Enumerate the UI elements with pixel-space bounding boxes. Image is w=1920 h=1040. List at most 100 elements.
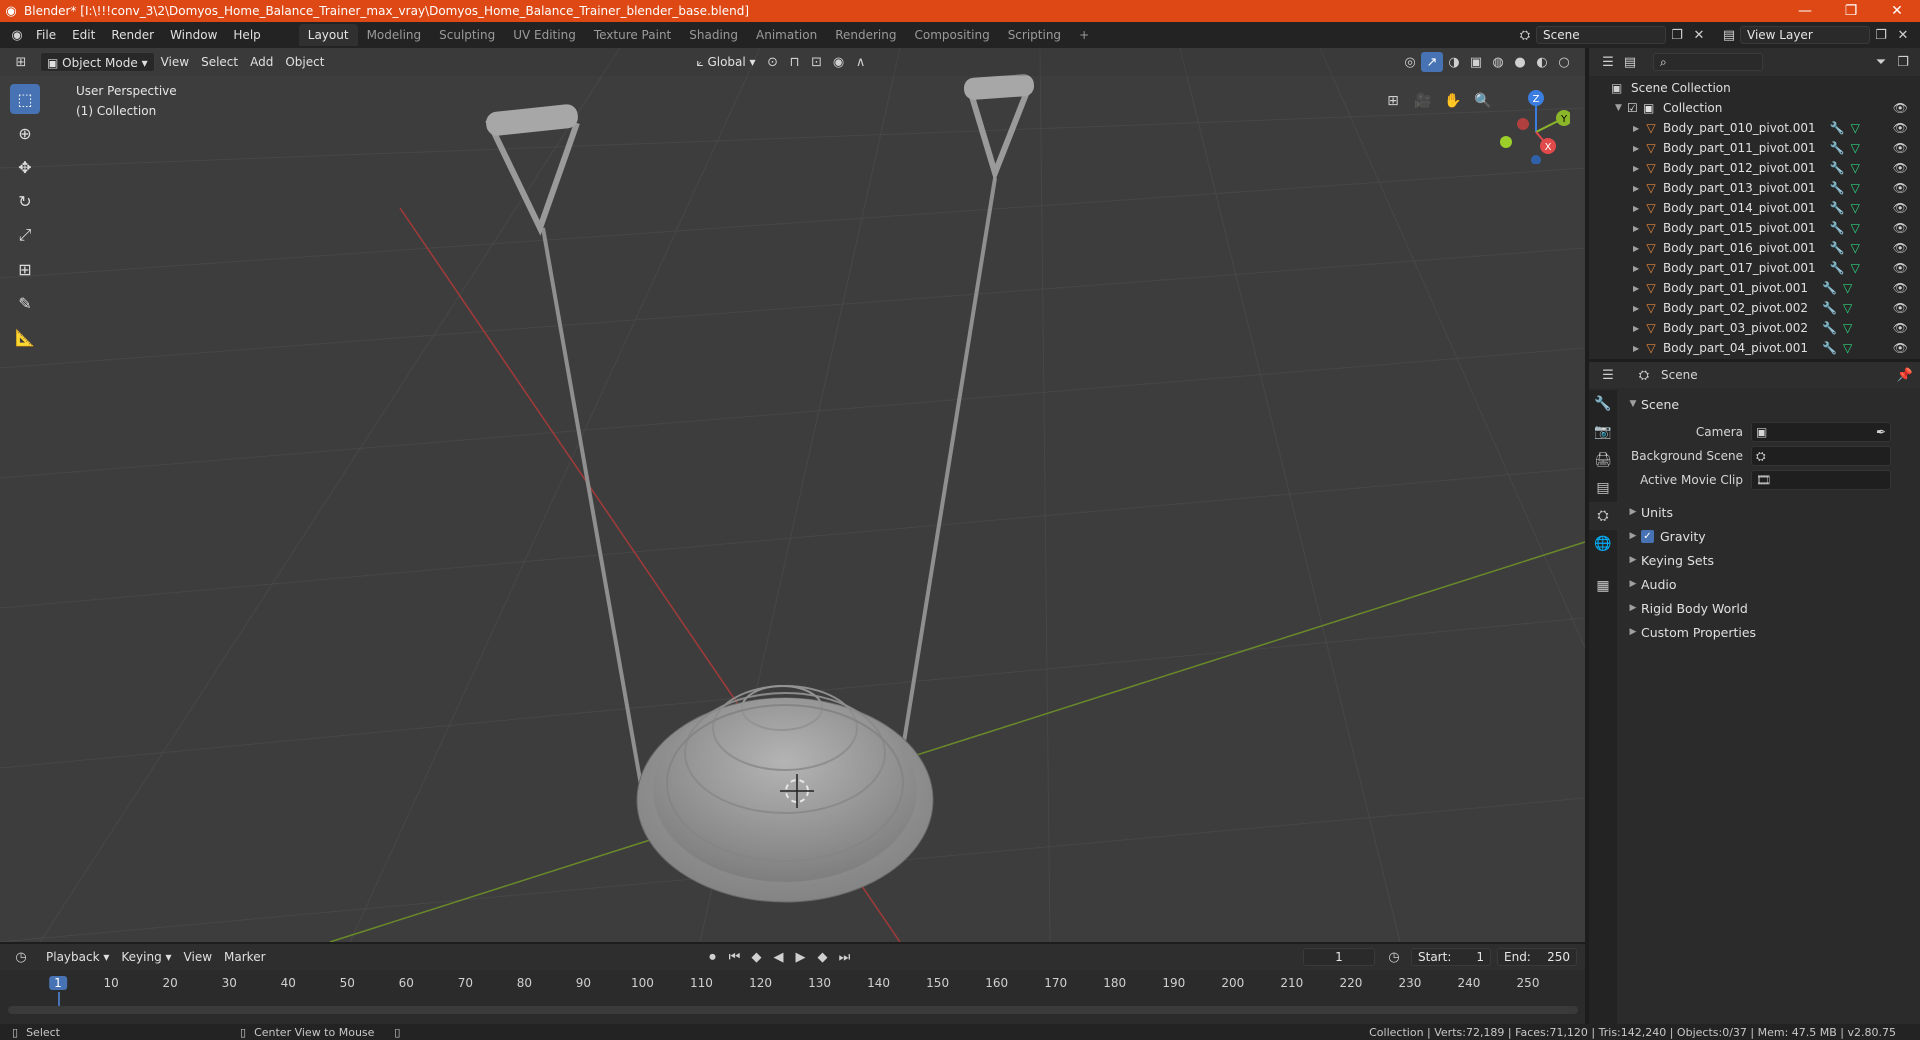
mesh-data-icon[interactable]: ▽ [1851,121,1860,135]
eye-icon[interactable]: 👁 [1893,241,1908,255]
rendered-shading-icon[interactable]: ○ [1553,52,1575,72]
delete-view-layer-icon[interactable]: ✕ [1892,25,1914,45]
new-collection-icon[interactable]: ❐ [1892,52,1914,72]
minimize-button[interactable]: — [1782,0,1828,22]
expand-arrow-icon[interactable]: ▶ [1633,344,1643,353]
modifier-icon[interactable]: 🔧 [1830,221,1845,235]
mesh-data-icon[interactable]: ▽ [1843,281,1852,295]
cursor-tool-icon[interactable]: ⊕ [10,118,40,148]
material-shading-icon[interactable]: ◐ [1531,52,1553,72]
outliner-object-row[interactable]: ▶ ▽ Body_part_013_pivot.001 🔧 ▽ 👁 [1589,178,1920,198]
modifier-icon[interactable]: 🔧 [1822,301,1837,315]
checkbox-icon[interactable]: ☑ [1627,101,1643,115]
timeline-scrollbar[interactable] [8,1006,1578,1014]
transform-tool-icon[interactable]: ⊞ [10,254,40,284]
orientation-selector[interactable]: ⟀ Global ▾ [690,52,761,72]
modifier-icon[interactable]: 🔧 [1830,201,1845,215]
mesh-data-icon[interactable]: ▽ [1851,161,1860,175]
rotate-tool-icon[interactable]: ↻ [10,186,40,216]
tab-compositing[interactable]: Compositing [905,24,998,46]
maximize-button[interactable]: ❐ [1828,0,1874,22]
mesh-data-icon[interactable]: ▽ [1851,261,1860,275]
menu-edit[interactable]: Edit [64,24,103,46]
modifier-icon[interactable]: 🔧 [1830,141,1845,155]
eye-icon[interactable]: 👁 [1893,201,1908,215]
menu-render[interactable]: Render [103,24,162,46]
output-tab-icon[interactable]: 🖨 [1589,446,1617,474]
mesh-data-icon[interactable]: ▽ [1851,201,1860,215]
current-frame-field[interactable]: 1 [1303,948,1375,966]
timeline-editor-icon[interactable]: ◷ [10,947,32,967]
mesh-data-icon[interactable]: ▽ [1851,241,1860,255]
next-keyframe-icon[interactable]: ◆ [812,947,834,967]
prev-keyframe-icon[interactable]: ◆ [746,947,768,967]
tab-scripting[interactable]: Scripting [999,24,1070,46]
eye-icon[interactable]: 👁 [1893,301,1908,315]
view-layer-tab-icon[interactable]: ▤ [1589,474,1617,502]
expand-arrow-icon[interactable]: ▶ [1633,324,1643,333]
eyedropper-icon[interactable]: ✒ [1876,425,1886,439]
tool-tab-icon[interactable]: 🔧 [1589,390,1617,418]
zoom-view-icon[interactable]: 🔍 [1470,88,1496,114]
scene-panel-header[interactable]: ▼ Scene [1625,392,1915,416]
scene-selector[interactable]: Scene [1536,26,1666,44]
snap-target-icon[interactable]: ⊡ [806,52,828,72]
outliner-object-row[interactable]: ▶ ▽ Body_part_011_pivot.001 🔧 ▽ 👁 [1589,138,1920,158]
expand-arrow-icon[interactable]: ▶ [1633,264,1643,273]
eye-icon[interactable]: 👁 [1893,221,1908,235]
outliner-object-row[interactable]: ▶ ▽ Body_part_016_pivot.001 🔧 ▽ 👁 [1589,238,1920,258]
outliner-object-row[interactable]: ▶ ▽ Body_part_015_pivot.001 🔧 ▽ 👁 [1589,218,1920,238]
tab-uv-editing[interactable]: UV Editing [504,24,585,46]
active-movie-clip-field[interactable]: 🎞 [1751,470,1891,490]
modifier-icon[interactable]: 🔧 [1830,261,1845,275]
expand-arrow-icon[interactable]: ▶ [1633,164,1643,173]
3d-viewport[interactable]: ⊞ ▣ Object Mode ▾ View Select Add Object… [0,48,1585,942]
mesh-data-icon[interactable]: ▽ [1843,341,1852,355]
close-button[interactable]: ✕ [1874,0,1920,22]
gravity-section[interactable]: ▶ ✓ Gravity [1625,524,1915,548]
move-tool-icon[interactable]: ✥ [10,152,40,182]
jump-start-icon[interactable]: ⏮ [724,947,746,967]
solid-shading-icon[interactable]: ● [1509,52,1531,72]
modifier-icon[interactable]: 🔧 [1830,241,1845,255]
annotate-tool-icon[interactable]: ✎ [10,288,40,318]
keying-sets-section[interactable]: ▶ Keying Sets [1625,548,1915,572]
end-frame-field[interactable]: End: 250 [1497,948,1577,966]
tab-texture-paint[interactable]: Texture Paint [585,24,680,46]
expand-arrow-icon[interactable]: ▶ [1633,284,1643,293]
play-reverse-icon[interactable]: ◀ [768,947,790,967]
world-tab-icon[interactable]: 🌐 [1589,530,1617,558]
editor-type-icon[interactable]: ⊞ [10,52,32,72]
new-scene-icon[interactable]: ❐ [1666,25,1688,45]
mesh-data-icon[interactable]: ▽ [1843,321,1852,335]
proportional-edit-icon[interactable]: ◉ [828,52,850,72]
scene-collection-row[interactable]: ▣ Scene Collection [1589,78,1920,98]
menu-keying[interactable]: Keying ▾ [115,947,177,967]
tab-layout[interactable]: Layout [298,24,358,46]
outliner-object-row[interactable]: ▶ ▽ Body_part_010_pivot.001 🔧 ▽ 👁 [1589,118,1920,138]
clock-icon[interactable]: ◷ [1383,947,1405,967]
outliner-editor-icon[interactable]: ☰ [1597,52,1619,72]
properties-editor-icon[interactable]: ☰ [1597,365,1619,385]
menu-view[interactable]: View [155,52,195,72]
expand-arrow-icon[interactable]: ▶ [1633,124,1643,133]
camera-view-icon[interactable]: 🎥 [1410,88,1436,114]
texture-tab-icon[interactable]: ▦ [1589,572,1617,600]
wireframe-shading-icon[interactable]: ◍ [1487,52,1509,72]
gravity-checkbox[interactable]: ✓ [1641,529,1654,543]
outliner-object-row[interactable]: ▶ ▽ Body_part_017_pivot.001 🔧 ▽ 👁 [1589,258,1920,278]
scene-tab-icon[interactable]: ⛭ [1589,502,1617,530]
modifier-icon[interactable]: 🔧 [1830,121,1845,135]
mesh-data-icon[interactable]: ▽ [1843,301,1852,315]
expand-arrow-icon[interactable]: ▼ [1615,103,1627,113]
units-section[interactable]: ▶ Units [1625,500,1915,524]
modifier-icon[interactable]: 🔧 [1822,281,1837,295]
select-box-tool-icon[interactable]: ⬚ [10,84,40,114]
snap-icon[interactable]: ⊓ [784,52,806,72]
eye-icon[interactable]: 👁 [1893,321,1908,335]
filter-icon[interactable]: ⏷ [1870,52,1892,72]
rigid-body-world-section[interactable]: ▶ Rigid Body World [1625,596,1915,620]
eye-icon[interactable]: 👁 [1893,101,1908,115]
blender-menu-icon[interactable]: ◉ [6,25,28,45]
menu-timeline-view[interactable]: View [178,947,218,967]
